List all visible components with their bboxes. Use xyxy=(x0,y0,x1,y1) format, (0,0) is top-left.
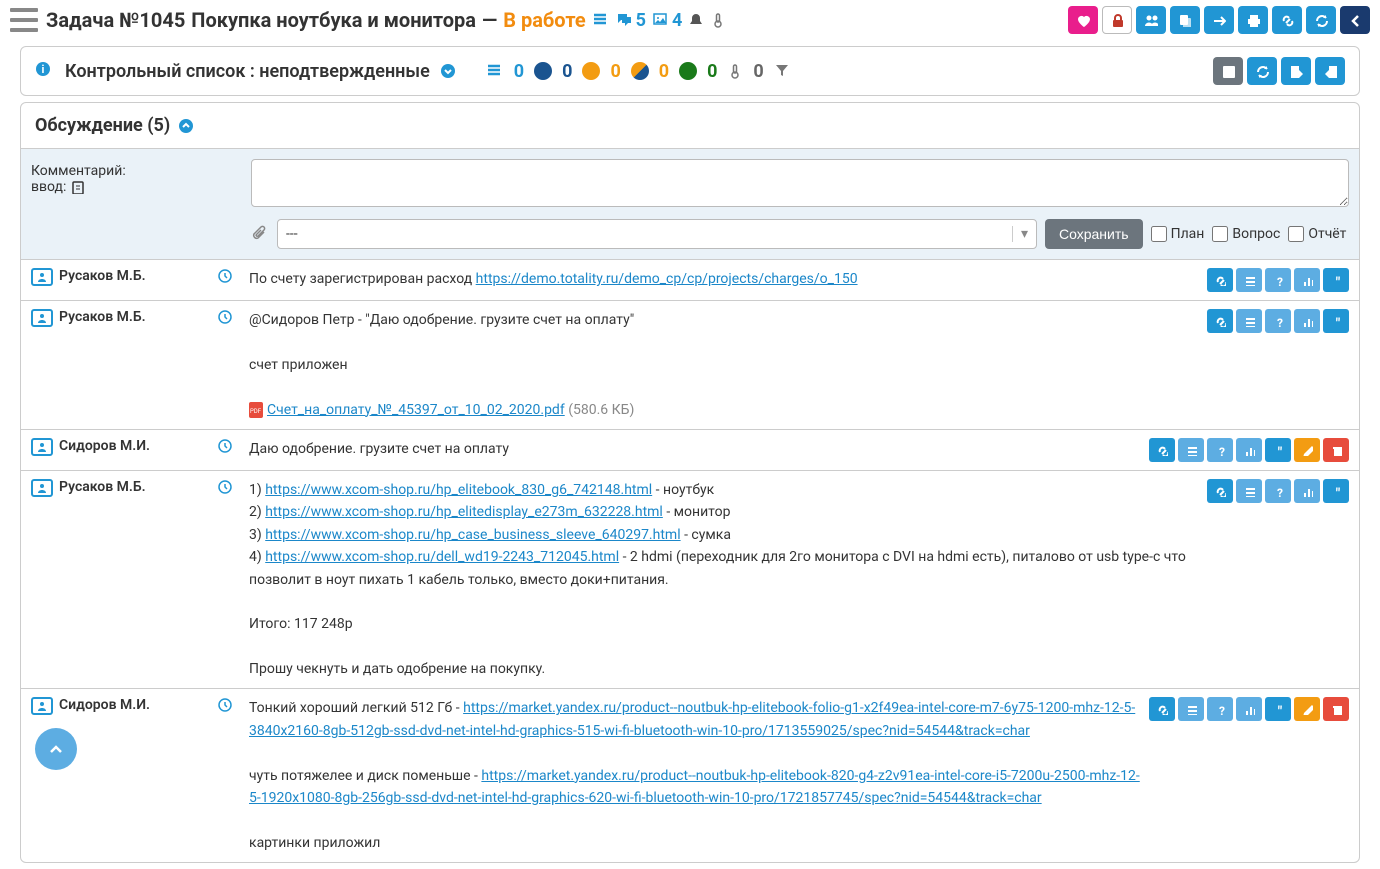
file-icon[interactable] xyxy=(70,180,84,194)
comment-quote-button[interactable] xyxy=(1323,268,1349,292)
comment-question-button[interactable] xyxy=(1265,309,1291,333)
comments-icon[interactable]: 5 xyxy=(616,10,646,31)
comment-link-button[interactable] xyxy=(1149,697,1175,721)
comment-actions xyxy=(1149,697,1349,854)
comment-list-button[interactable] xyxy=(1236,268,1262,292)
user-icon xyxy=(31,268,53,286)
status-counts: 0 0 0 0 0 0 xyxy=(486,61,792,82)
forward-button[interactable] xyxy=(1204,6,1234,34)
comment-label: Комментарий: ввод: xyxy=(31,159,241,249)
refresh-checklist-button[interactable] xyxy=(1247,57,1277,85)
user-icon xyxy=(31,697,53,715)
comment-list-button[interactable] xyxy=(1236,479,1262,503)
comment-body: 1) https://www.xcom-shop.ru/hp_elitebook… xyxy=(249,479,1201,681)
import-button[interactable] xyxy=(1315,57,1345,85)
comment-delete-button[interactable] xyxy=(1323,438,1349,462)
lock-button[interactable] xyxy=(1102,6,1132,34)
comment-link-button[interactable] xyxy=(1207,309,1233,333)
comment-link-button[interactable] xyxy=(1149,438,1175,462)
comment-actions xyxy=(1207,479,1349,681)
favorite-button[interactable] xyxy=(1068,6,1098,34)
thermometer-icon[interactable] xyxy=(710,12,726,28)
comment-question-button[interactable] xyxy=(1207,438,1233,462)
comment-row: Сидоров М.И.Тонкий хороший легкий 512 Гб… xyxy=(21,689,1359,862)
comment-chart-button[interactable] xyxy=(1294,309,1320,333)
comment-edit-button[interactable] xyxy=(1294,697,1320,721)
save-checklist-button[interactable] xyxy=(1213,57,1243,85)
comment-chart-button[interactable] xyxy=(1294,268,1320,292)
copy-button[interactable] xyxy=(1170,6,1200,34)
discussion-title: Обсуждение (5) xyxy=(21,103,1359,149)
comment-question-button[interactable] xyxy=(1265,268,1291,292)
attach-icon[interactable] xyxy=(251,225,269,243)
comment-quote-button[interactable] xyxy=(1265,697,1291,721)
comment-chart-button[interactable] xyxy=(1294,479,1320,503)
comment-chart-button[interactable] xyxy=(1236,438,1262,462)
comment-list-button[interactable] xyxy=(1178,438,1204,462)
comment-actions xyxy=(1207,309,1349,421)
comment-link-button[interactable] xyxy=(1207,268,1233,292)
images-icon[interactable]: 4 xyxy=(652,10,682,31)
clock-icon[interactable] xyxy=(217,479,243,681)
comment-quote-button[interactable] xyxy=(1323,479,1349,503)
lines-icon[interactable] xyxy=(592,11,610,29)
export-button[interactable] xyxy=(1281,57,1311,85)
comment-author: Русаков М.Б. xyxy=(31,268,211,292)
plan-checkbox[interactable]: План xyxy=(1151,226,1205,242)
comment-row: Русаков М.Б.1) https://www.xcom-shop.ru/… xyxy=(21,471,1359,690)
comment-delete-button[interactable] xyxy=(1323,697,1349,721)
user-icon xyxy=(31,438,53,456)
comment-list-button[interactable] xyxy=(1236,309,1262,333)
comment-author: Русаков М.Б. xyxy=(31,309,211,421)
comment-author: Сидоров М.И. xyxy=(31,438,211,462)
chevron-down-icon[interactable] xyxy=(440,63,456,79)
print-button[interactable] xyxy=(1238,6,1268,34)
comment-row: Русаков М.Б. @Сидоров Петр - "Даю одобрен… xyxy=(21,301,1359,430)
comment-author: Сидоров М.И. xyxy=(31,697,211,854)
checklist-title: Контрольный список : неподтвержденные xyxy=(65,61,430,82)
clock-icon[interactable] xyxy=(217,268,243,292)
clock-icon[interactable] xyxy=(217,309,243,421)
menu-toggle[interactable] xyxy=(10,8,38,32)
comment-list-button[interactable] xyxy=(1178,697,1204,721)
info-icon[interactable] xyxy=(35,61,55,81)
filter-icon[interactable] xyxy=(774,62,792,80)
comment-body: По счету зарегистрирован расход https://… xyxy=(249,268,1201,292)
comment-actions xyxy=(1207,268,1349,292)
attachment-select[interactable]: ---▾ xyxy=(277,219,1037,249)
chevron-up-icon[interactable] xyxy=(178,118,194,134)
task-status: В работе xyxy=(503,8,585,32)
header-actions xyxy=(1068,6,1370,34)
comment-body: Тонкий хороший легкий 512 Гб - https://m… xyxy=(249,697,1143,854)
user-icon xyxy=(31,309,53,327)
comment-chart-button[interactable] xyxy=(1236,697,1262,721)
comment-link-button[interactable] xyxy=(1207,479,1233,503)
users-button[interactable] xyxy=(1136,6,1166,34)
back-button[interactable] xyxy=(1340,6,1370,34)
comment-question-button[interactable] xyxy=(1207,697,1233,721)
new-comment-form: Комментарий: ввод: ---▾ Сохранить План В… xyxy=(21,149,1359,260)
save-button[interactable]: Сохранить xyxy=(1045,219,1143,249)
comment-question-button[interactable] xyxy=(1265,479,1291,503)
link-button[interactable] xyxy=(1272,6,1302,34)
comment-body: Даю одобрение. грузите счет на оплату xyxy=(249,438,1143,462)
comment-edit-button[interactable] xyxy=(1294,438,1320,462)
scroll-top-button[interactable] xyxy=(35,728,77,770)
comment-row: Русаков М.Б. По счету зарегистрирован рас… xyxy=(21,260,1359,301)
comment-body: @Сидоров Петр - "Даю одобрение. грузите … xyxy=(249,309,1201,421)
report-checkbox[interactable]: Отчёт xyxy=(1288,226,1346,242)
page-title: Задача №1045 Покупка ноутбука и монитора… xyxy=(46,8,726,32)
clock-icon[interactable] xyxy=(217,438,243,462)
comment-quote-button[interactable] xyxy=(1323,309,1349,333)
comment-quote-button[interactable] xyxy=(1265,438,1291,462)
user-icon xyxy=(31,479,53,497)
comment-row: Сидоров М.И. Даю одобрение. грузите счет … xyxy=(21,430,1359,471)
comment-input[interactable] xyxy=(251,159,1349,207)
question-checkbox[interactable]: Вопрос xyxy=(1212,226,1280,242)
comment-actions xyxy=(1149,438,1349,462)
comment-author: Русаков М.Б. xyxy=(31,479,211,681)
refresh-button[interactable] xyxy=(1306,6,1336,34)
bell-icon[interactable] xyxy=(688,12,704,28)
clock-icon[interactable] xyxy=(217,697,243,854)
